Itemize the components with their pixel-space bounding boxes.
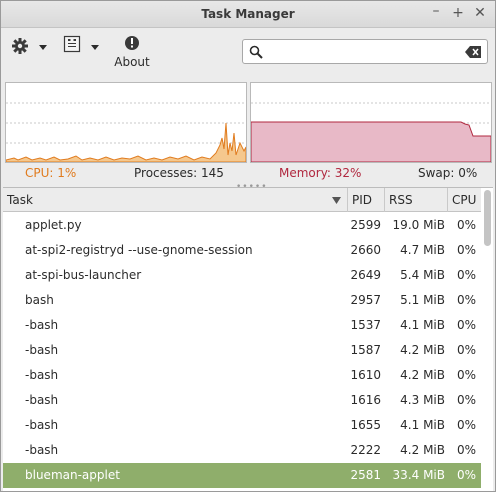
- table-row[interactable]: -bash 1587 4.2 MiB 0%: [3, 338, 481, 363]
- rss-cell: 4.1 MiB: [400, 418, 445, 432]
- columns-icon: [63, 35, 81, 53]
- toolbar: About: [1, 29, 495, 81]
- column-header-rss[interactable]: RSS: [385, 188, 448, 212]
- maximize-button[interactable]: +: [449, 4, 467, 22]
- task-name: -bash: [25, 418, 59, 432]
- task-name: blueman-applet: [25, 468, 120, 482]
- cpu-status: CPU: 1%: [25, 166, 77, 180]
- rss-cell: 4.2 MiB: [400, 443, 445, 457]
- task-name: -bash: [25, 393, 59, 407]
- column-header-task-label: Task: [7, 193, 33, 207]
- minimize-button[interactable]: –: [427, 2, 445, 20]
- table-row[interactable]: bash 2957 5.1 MiB 0%: [3, 288, 481, 313]
- rss-cell: 5.1 MiB: [400, 293, 445, 307]
- table-row[interactable]: applet.py 2599 19.0 MiB 0%: [3, 213, 481, 238]
- window-title: Task Manager: [201, 7, 295, 21]
- sort-down-icon: [332, 197, 341, 204]
- cpu-cell: 0%: [456, 368, 476, 382]
- pid-cell: 2649: [350, 268, 381, 282]
- info-icon: [125, 36, 139, 50]
- search-input[interactable]: [267, 43, 457, 60]
- pid-cell: 2581: [350, 468, 381, 482]
- close-button[interactable]: ✕: [471, 4, 489, 22]
- table-row[interactable]: at-spi-bus-launcher 2649 5.4 MiB 0%: [3, 263, 481, 288]
- settings-menu-button[interactable]: [39, 45, 47, 50]
- task-name: -bash: [25, 443, 59, 457]
- cpu-cell: 0%: [456, 343, 476, 357]
- view-button[interactable]: [63, 35, 83, 55]
- cpu-cell: 0%: [456, 318, 476, 332]
- pid-cell: 1587: [350, 343, 381, 357]
- table-row[interactable]: -bash 1655 4.1 MiB 0%: [3, 413, 481, 438]
- task-name: at-spi-bus-launcher: [25, 268, 142, 282]
- cpu-cell: 0%: [456, 218, 476, 232]
- memory-usage-area: [251, 121, 491, 162]
- swap-status: Swap: 0%: [418, 166, 478, 180]
- task-name: -bash: [25, 318, 59, 332]
- rss-cell: 4.2 MiB: [400, 368, 445, 382]
- cpu-cell: 0%: [456, 443, 476, 457]
- column-header-task[interactable]: Task: [3, 188, 348, 212]
- processes-status: Processes: 145: [134, 166, 224, 180]
- pid-cell: 2599: [350, 218, 381, 232]
- task-name: bash: [25, 293, 54, 307]
- cpu-cell: 0%: [456, 293, 476, 307]
- table-row[interactable]: at-spi2-registryd --use-gnome-session 266…: [3, 238, 481, 263]
- task-manager-window: Task Manager – + ✕ About CPU: 1% Process…: [0, 0, 496, 492]
- rss-cell: 33.4 MiB: [392, 468, 445, 482]
- memory-status: Memory: 32%: [279, 166, 362, 180]
- pid-cell: 2957: [350, 293, 381, 307]
- clear-icon[interactable]: [465, 46, 481, 58]
- settings-button[interactable]: [11, 37, 31, 57]
- cpu-graph: [5, 82, 247, 163]
- pid-cell: 1537: [350, 318, 381, 332]
- chevron-down-icon: [39, 45, 47, 50]
- table-header: Task PID RSS CPU: [3, 188, 481, 212]
- scrollbar[interactable]: [481, 188, 493, 491]
- rss-cell: 5.4 MiB: [400, 268, 445, 282]
- pid-cell: 2222: [350, 443, 381, 457]
- cpu-cell: 0%: [456, 268, 476, 282]
- pid-cell: 2660: [350, 243, 381, 257]
- title-bar[interactable]: Task Manager – + ✕: [1, 1, 495, 28]
- column-header-pid[interactable]: PID: [348, 188, 385, 212]
- table-row[interactable]: -bash 1616 4.3 MiB 0%: [3, 388, 481, 413]
- rss-cell: 4.1 MiB: [400, 318, 445, 332]
- pid-cell: 1610: [350, 368, 381, 382]
- memory-graph: [250, 82, 492, 163]
- column-header-cpu[interactable]: CPU: [448, 188, 481, 212]
- task-name: applet.py: [25, 218, 82, 232]
- table-body: applet.py 2599 19.0 MiB 0% at-spi2-registryd…: [3, 213, 481, 488]
- table-row[interactable]: -bash 2222 4.2 MiB 0%: [3, 438, 481, 463]
- task-name: -bash: [25, 368, 59, 382]
- table-row[interactable]: blueman-applet 2581 33.4 MiB 0%: [3, 463, 481, 488]
- task-name: at-spi2-registryd --use-gnome-session: [25, 243, 253, 257]
- scrollbar-thumb[interactable]: [484, 190, 491, 246]
- cpu-cell: 0%: [456, 418, 476, 432]
- about-label: About: [114, 55, 150, 69]
- cpu-cell: 0%: [456, 468, 476, 482]
- rss-cell: 4.7 MiB: [400, 243, 445, 257]
- cpu-cell: 0%: [456, 243, 476, 257]
- cpu-cell: 0%: [456, 393, 476, 407]
- about-button[interactable]: About: [111, 35, 153, 75]
- table-row[interactable]: -bash 1610 4.2 MiB 0%: [3, 363, 481, 388]
- rss-cell: 4.2 MiB: [400, 343, 445, 357]
- process-table: Task PID RSS CPU applet.py 2599 19.0 MiB 0%…: [3, 187, 493, 491]
- rss-cell: 4.3 MiB: [400, 393, 445, 407]
- gear-icon: [12, 38, 28, 54]
- chevron-down-icon: [91, 45, 99, 50]
- pid-cell: 1655: [350, 418, 381, 432]
- view-menu-button[interactable]: [91, 45, 99, 50]
- rss-cell: 19.0 MiB: [392, 218, 445, 232]
- pid-cell: 1616: [350, 393, 381, 407]
- search-field[interactable]: [242, 39, 488, 64]
- search-icon: [249, 45, 263, 59]
- task-name: -bash: [25, 343, 59, 357]
- table-row[interactable]: -bash 1537 4.1 MiB 0%: [3, 313, 481, 338]
